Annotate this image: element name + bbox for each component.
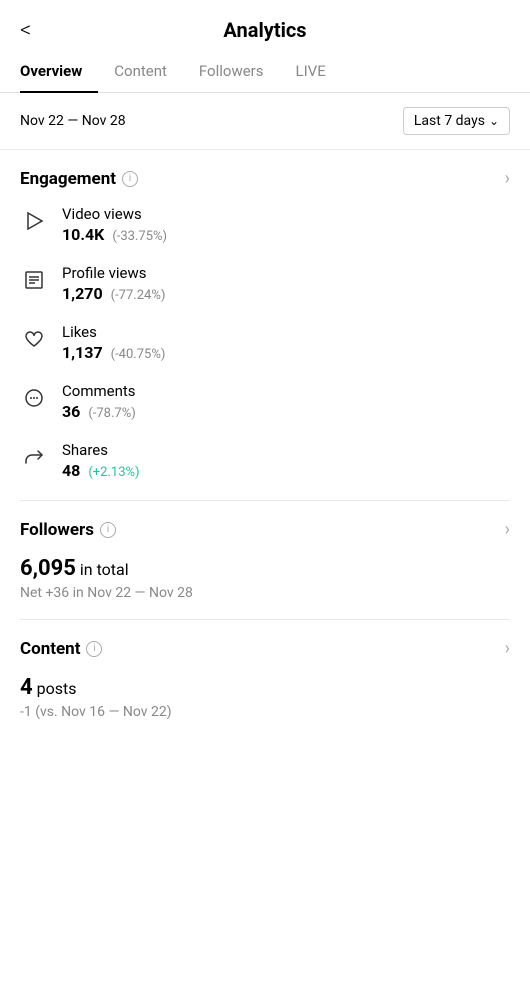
video-views-value-row: 10.4K (-33.75%) [62, 225, 167, 244]
likes-change: (-40.75%) [111, 347, 166, 362]
profile-views-icon [20, 266, 48, 294]
metric-row-profile-views: Profile views 1,270 (-77.24%) [20, 264, 510, 303]
likes-value-row: 1,137 (-40.75%) [62, 343, 165, 362]
tab-content[interactable]: Content [98, 52, 183, 92]
back-button[interactable]: < [20, 18, 31, 43]
comments-label: Comments [62, 382, 136, 400]
likes-label: Likes [62, 323, 165, 341]
posts-row: 4 posts [20, 675, 510, 700]
posts-count: 4 [20, 675, 33, 700]
comments-icon [20, 384, 48, 412]
content-title-wrap: Content i [20, 639, 102, 659]
followers-net-label: Net +36 in Nov 22 — Nov 28 [20, 585, 510, 601]
page-title: Analytics [223, 18, 306, 42]
engagement-info-icon[interactable]: i [122, 171, 138, 187]
likes-value: 1,137 [62, 343, 103, 362]
metric-row-shares: Shares 48 (+2.13%) [20, 441, 510, 480]
engagement-chevron-right-icon[interactable]: › [505, 168, 510, 189]
tabs-bar: Overview Content Followers LIVE [0, 52, 530, 93]
followers-chevron-right-icon[interactable]: › [505, 519, 510, 540]
date-selector-label: Last 7 days [414, 113, 485, 129]
comments-value-row: 36 (-78.7%) [62, 402, 136, 421]
comments-change: (-78.7%) [88, 406, 135, 421]
profile-views-value: 1,270 [62, 284, 103, 303]
followers-section-header: Followers i › [20, 519, 510, 540]
metric-content-comments: Comments 36 (-78.7%) [62, 382, 136, 421]
followers-in-total-label: in total [80, 560, 129, 579]
followers-title: Followers [20, 520, 94, 540]
shares-value-row: 48 (+2.13%) [62, 461, 140, 480]
profile-views-value-row: 1,270 (-77.24%) [62, 284, 165, 303]
content-info-icon[interactable]: i [86, 641, 102, 657]
shares-label: Shares [62, 441, 140, 459]
comments-value: 36 [62, 402, 80, 421]
metric-row-likes: Likes 1,137 (-40.75%) [20, 323, 510, 362]
engagement-title: Engagement [20, 169, 116, 189]
likes-icon [20, 325, 48, 353]
metric-content-shares: Shares 48 (+2.13%) [62, 441, 140, 480]
engagement-title-wrap: Engagement i [20, 169, 138, 189]
video-views-change: (-33.75%) [112, 229, 167, 244]
tab-followers[interactable]: Followers [183, 52, 280, 92]
metric-row-comments: Comments 36 (-78.7%) [20, 382, 510, 421]
date-bar: Nov 22 — Nov 28 Last 7 days ⌄ [0, 93, 530, 150]
video-views-value: 10.4K [62, 225, 104, 244]
followers-section: Followers i › 6,095 in total Net +36 in … [0, 501, 530, 601]
header: < Analytics [0, 0, 530, 52]
followers-title-wrap: Followers i [20, 520, 116, 540]
followers-total-row: 6,095 in total [20, 556, 510, 581]
metric-content-video-views: Video views 10.4K (-33.75%) [62, 205, 167, 244]
tab-live[interactable]: LIVE [280, 52, 342, 92]
content-title: Content [20, 639, 80, 659]
content-section: Content i › 4 posts -1 (vs. Nov 16 — Nov… [0, 620, 530, 720]
shares-value: 48 [62, 461, 80, 480]
posts-label: posts [37, 679, 77, 698]
followers-count: 6,095 [20, 556, 76, 581]
date-range-label: Nov 22 — Nov 28 [20, 113, 126, 129]
video-views-icon [20, 207, 48, 235]
shares-icon [20, 443, 48, 471]
profile-views-change: (-77.24%) [111, 288, 166, 303]
metric-row-video-views: Video views 10.4K (-33.75%) [20, 205, 510, 244]
video-views-label: Video views [62, 205, 167, 223]
chevron-down-icon: ⌄ [489, 114, 499, 128]
date-selector-dropdown[interactable]: Last 7 days ⌄ [403, 107, 510, 135]
followers-info-icon[interactable]: i [100, 522, 116, 538]
content-chevron-right-icon[interactable]: › [505, 638, 510, 659]
profile-views-label: Profile views [62, 264, 165, 282]
posts-compare-label: -1 (vs. Nov 16 — Nov 22) [20, 704, 510, 720]
engagement-section: Engagement i › Video views 10.4K (-33.75… [0, 150, 530, 480]
metric-content-profile-views: Profile views 1,270 (-77.24%) [62, 264, 165, 303]
engagement-section-header: Engagement i › [20, 168, 510, 189]
metric-content-likes: Likes 1,137 (-40.75%) [62, 323, 165, 362]
shares-change: (+2.13%) [88, 465, 139, 480]
tab-overview[interactable]: Overview [20, 52, 98, 92]
content-section-header: Content i › [20, 638, 510, 659]
